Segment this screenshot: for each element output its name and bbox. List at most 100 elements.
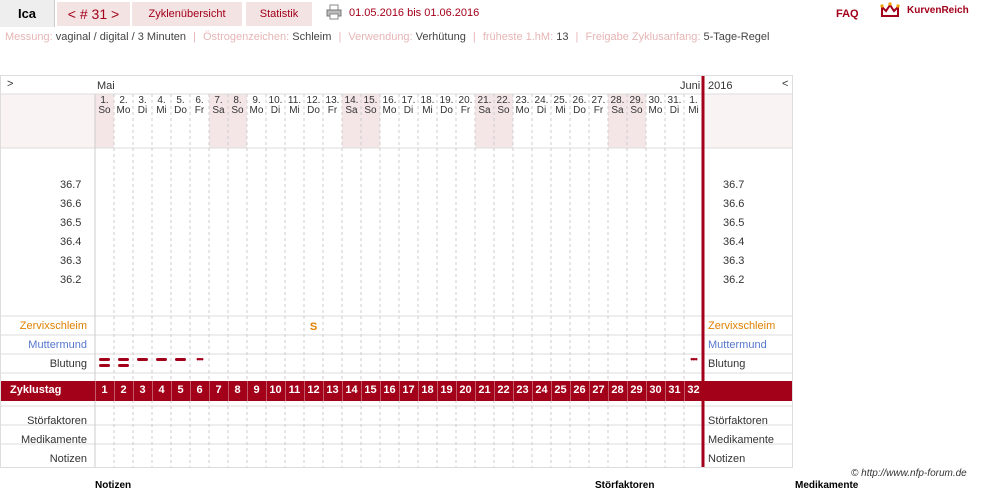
day-header[interactable]: 22. So (494, 96, 513, 116)
day-header[interactable]: 26. Do (570, 96, 589, 116)
cycle-day-number[interactable]: 11 (285, 384, 304, 396)
cycle-day-number[interactable]: 9 (247, 384, 266, 396)
day-header[interactable]: 18. Mi (418, 96, 437, 116)
cycle-day-separator (380, 381, 381, 401)
cycle-selector-tab[interactable]: < # 31 > (57, 2, 130, 26)
stoerfaktoren-label-right: Störfaktoren (708, 415, 768, 427)
bleeding-mark[interactable] (118, 358, 129, 361)
temperature-tick: 36.7 (60, 179, 82, 191)
cycle-day-number[interactable]: 14 (342, 384, 361, 396)
day-header[interactable]: 27. Fr (589, 96, 608, 116)
cycle-chart: 1. So 2. Mo 3. Di 4. Mi 5. Do 6. Fr 7. Sa 8. So 9. Mo 10. D… (0, 75, 793, 468)
bleeding-mark[interactable] (118, 364, 129, 367)
day-header[interactable]: 14. Sa (342, 96, 361, 116)
cycle-day-number[interactable]: 10 (266, 384, 285, 396)
temperature-tick: 36.6 (723, 198, 745, 210)
cycle-day-number[interactable]: 3 (133, 384, 152, 396)
day-header[interactable]: 30. Mo (646, 96, 665, 116)
cycle-overview-tab[interactable]: Zyklenübersicht (132, 2, 242, 26)
statistics-tab[interactable]: Statistik (246, 2, 312, 26)
cycle-day-separator (456, 381, 457, 401)
cycle-day-number[interactable]: 18 (418, 384, 437, 396)
zervix-label: Zervixschleim (19, 320, 87, 332)
cycle-day-number[interactable]: 24 (532, 384, 551, 396)
zervix-mark[interactable]: S (304, 321, 323, 333)
crown-logo-icon[interactable] (880, 2, 900, 20)
credit-text[interactable]: © http://www.nfp-forum.de (851, 468, 967, 479)
day-header[interactable]: 10. Di (266, 96, 285, 116)
day-header[interactable]: 17. Di (399, 96, 418, 116)
day-header[interactable]: 29. So (627, 96, 646, 116)
cycle-day-number[interactable]: 28 (608, 384, 627, 396)
spotting-mark[interactable]: ••• (194, 355, 205, 364)
day-header[interactable]: 9. Mo (247, 96, 266, 116)
day-header[interactable]: 21. Sa (475, 96, 494, 116)
day-header[interactable]: 11. Mi (285, 96, 304, 116)
cycle-day-number[interactable]: 17 (399, 384, 418, 396)
day-header[interactable]: 20. Fr (456, 96, 475, 116)
nav-prev-button[interactable]: > (7, 78, 13, 90)
cycle-day-number[interactable]: 13 (323, 384, 342, 396)
day-weekday: Do (573, 105, 586, 116)
bleeding-mark[interactable] (137, 358, 148, 361)
day-header[interactable]: 24. Di (532, 96, 551, 116)
day-header[interactable]: 7. Sa (209, 96, 228, 116)
day-header[interactable]: 2. Mo (114, 96, 133, 116)
printer-icon[interactable] (326, 4, 342, 20)
cycle-day-separator (247, 381, 248, 401)
temperature-tick: 36.2 (60, 274, 82, 286)
cycle-day-number[interactable]: 30 (646, 384, 665, 396)
cycle-day-number[interactable]: 5 (171, 384, 190, 396)
bleeding-mark[interactable] (175, 358, 186, 361)
cycle-day-separator (589, 381, 590, 401)
faq-link[interactable]: FAQ (836, 8, 859, 20)
cycle-day-number[interactable]: 7 (209, 384, 228, 396)
day-weekday: So (364, 105, 377, 116)
brand-name[interactable]: KurvenReich (907, 5, 969, 16)
day-header[interactable]: 31. Di (665, 96, 684, 116)
cycle-day-number[interactable]: 29 (627, 384, 646, 396)
day-header[interactable]: 1. So (95, 96, 114, 116)
cycle-day-number[interactable]: 16 (380, 384, 399, 396)
day-header[interactable]: 23. Mo (513, 96, 532, 116)
cycle-day-number[interactable]: 25 (551, 384, 570, 396)
cycle-day-number[interactable]: 2 (114, 384, 133, 396)
spotting-mark[interactable]: ••• (688, 355, 699, 364)
cycle-day-number[interactable]: 4 (152, 384, 171, 396)
cycle-day-number[interactable]: 20 (456, 384, 475, 396)
bleeding-mark[interactable] (99, 364, 110, 367)
cycle-day-number[interactable]: 1 (95, 384, 114, 396)
day-header[interactable]: 6. Fr (190, 96, 209, 116)
cycle-day-number[interactable]: 27 (589, 384, 608, 396)
day-header[interactable]: 28. Sa (608, 96, 627, 116)
cycle-day-number[interactable]: 23 (513, 384, 532, 396)
nav-next-button[interactable]: < (782, 78, 788, 90)
bleeding-mark[interactable] (99, 358, 110, 361)
cycle-day-number[interactable]: 21 (475, 384, 494, 396)
cycle-day-number[interactable]: 31 (665, 384, 684, 396)
day-header[interactable]: 19. Do (437, 96, 456, 116)
day-header[interactable]: 13. Fr (323, 96, 342, 116)
cycle-day-number[interactable]: 22 (494, 384, 513, 396)
cycle-day-number[interactable]: 32 (684, 384, 703, 396)
day-header[interactable]: 4. Mi (152, 96, 171, 116)
separator: | (472, 31, 476, 43)
day-header[interactable]: 3. Di (133, 96, 152, 116)
cycle-day-number[interactable]: 6 (190, 384, 209, 396)
cycle-day-number[interactable]: 8 (228, 384, 247, 396)
day-header[interactable]: 25. Mi (551, 96, 570, 116)
cycle-settings: Messung: vaginal / digital / 3 Minuten |… (5, 31, 770, 43)
day-header[interactable]: 1. Mi (684, 96, 703, 116)
day-header[interactable]: 8. So (228, 96, 247, 116)
cycle-day-number[interactable]: 12 (304, 384, 323, 396)
cycle-day-number[interactable]: 26 (570, 384, 589, 396)
day-header[interactable]: 15. So (361, 96, 380, 116)
cycle-day-number[interactable]: 15 (361, 384, 380, 396)
cycle-day-separator (570, 381, 571, 401)
day-header[interactable]: 12. Do (304, 96, 323, 116)
oestrogen-label: Östrogenzeichen: (203, 31, 290, 43)
cycle-day-number[interactable]: 19 (437, 384, 456, 396)
bleeding-mark[interactable] (156, 358, 167, 361)
day-header[interactable]: 16. Mo (380, 96, 399, 116)
day-header[interactable]: 5. Do (171, 96, 190, 116)
